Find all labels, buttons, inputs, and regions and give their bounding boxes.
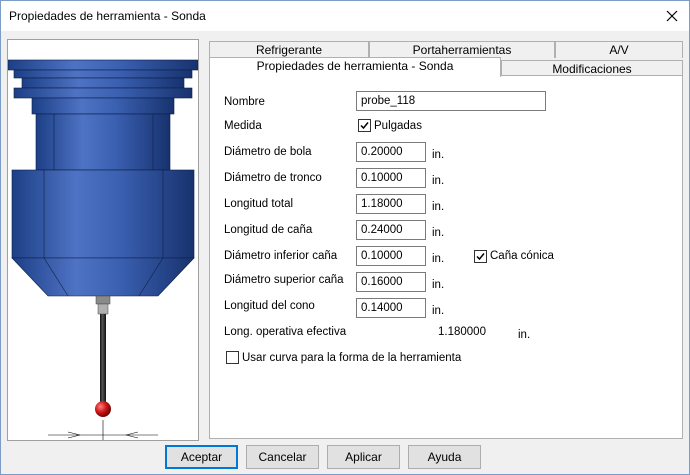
cancel-button[interactable]: Cancelar bbox=[246, 445, 319, 469]
stem-diameter-label: Diámetro de tronco bbox=[224, 172, 322, 184]
help-button[interactable]: Ayuda bbox=[408, 445, 481, 469]
shank-length-label: Longitud de caña bbox=[224, 224, 313, 236]
effective-length-unit: in. bbox=[518, 329, 531, 341]
tapered-shank-checkbox[interactable] bbox=[474, 250, 487, 263]
lower-shank-diameter-input[interactable]: 0.10000 bbox=[356, 246, 426, 266]
curve-shape-checkbox[interactable] bbox=[226, 351, 239, 364]
window-title: Propiedades de herramienta - Sonda bbox=[9, 9, 206, 23]
upper-shank-diameter-unit: in. bbox=[432, 279, 445, 291]
checkmark-icon bbox=[360, 122, 369, 130]
lower-shank-diameter-unit: in. bbox=[432, 253, 445, 265]
cone-length-unit: in. bbox=[432, 305, 445, 317]
tapered-shank-label: Caña cónica bbox=[490, 250, 554, 262]
tab-av[interactable]: A/V bbox=[555, 41, 683, 58]
ok-button[interactable]: Aceptar bbox=[165, 445, 238, 469]
total-length-label: Longitud total bbox=[224, 198, 294, 210]
upper-shank-diameter-input[interactable]: 0.16000 bbox=[356, 272, 426, 292]
pulgadas-label: Pulgadas bbox=[374, 120, 422, 132]
cone-length-input[interactable]: 0.14000 bbox=[356, 298, 426, 318]
name-label: Nombre bbox=[224, 96, 265, 108]
close-button[interactable] bbox=[655, 1, 689, 31]
close-icon bbox=[666, 10, 678, 22]
tab-panel-propiedades: Nombre probe_118 Medida Pulgadas Diámetr… bbox=[209, 75, 683, 439]
curve-shape-label: Usar curva para la forma de la herramien… bbox=[242, 352, 462, 364]
tab-portaherramientas[interactable]: Portaherramientas bbox=[369, 41, 555, 58]
tab-control: Refrigerante Portaherramientas A/V Propi… bbox=[209, 39, 683, 439]
tab-refrigerante[interactable]: Refrigerante bbox=[209, 41, 369, 58]
shank-length-unit: in. bbox=[432, 227, 445, 239]
tool-preview bbox=[7, 39, 199, 441]
dialog-window: Propiedades de herramienta - Sonda Refri… bbox=[0, 0, 690, 475]
effective-length-label: Long. operativa efectiva bbox=[224, 326, 347, 338]
stem-diameter-unit: in. bbox=[432, 175, 445, 187]
total-length-input[interactable]: 1.18000 bbox=[356, 194, 426, 214]
ball-diameter-input[interactable]: 0.20000 bbox=[356, 142, 426, 162]
checkmark-icon bbox=[476, 253, 485, 261]
shank-length-input[interactable]: 0.24000 bbox=[356, 220, 426, 240]
ball-diameter-label: Diámetro de bola bbox=[224, 146, 312, 158]
tab-propiedades[interactable]: Propiedades de herramienta - Sonda bbox=[209, 57, 501, 77]
name-input[interactable]: probe_118 bbox=[356, 91, 546, 111]
units-label: Medida bbox=[224, 120, 262, 132]
probe-tool-illustration bbox=[8, 59, 198, 440]
effective-length-value: 1.180000 bbox=[438, 326, 486, 338]
cone-length-label: Longitud del cono bbox=[224, 300, 315, 312]
ball-diameter-unit: in. bbox=[432, 149, 445, 161]
title-bar: Propiedades de herramienta - Sonda bbox=[1, 1, 689, 31]
apply-button[interactable]: Aplicar bbox=[327, 445, 400, 469]
pulgadas-checkbox[interactable] bbox=[358, 119, 371, 132]
total-length-unit: in. bbox=[432, 201, 445, 213]
lower-shank-diameter-label: Diámetro inferior caña bbox=[224, 250, 338, 262]
upper-shank-diameter-label: Diámetro superior caña bbox=[224, 274, 344, 286]
stem-diameter-input[interactable]: 0.10000 bbox=[356, 168, 426, 188]
